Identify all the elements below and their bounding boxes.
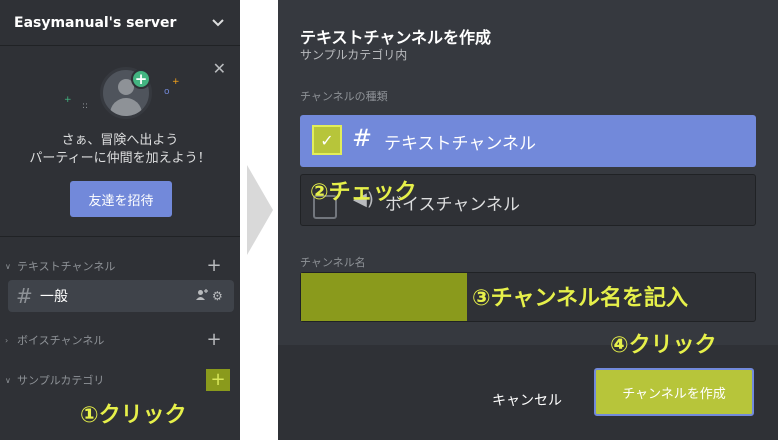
channel-name-label: チャンネル名	[300, 256, 366, 269]
next-step-arrow-icon	[247, 165, 273, 255]
close-icon[interactable]: ✕	[213, 59, 226, 78]
checkbox-checked-icon[interactable]: ✓	[312, 125, 342, 155]
channel-sidebar: Easymanual's server ✕ + + + o :: さぁ、冒険へ出…	[0, 0, 240, 440]
modal-footer: キャンセル チャンネルを作成	[278, 345, 778, 440]
add-channel-icon[interactable]: +	[205, 257, 223, 275]
category-sample[interactable]: ∨ サンプルカテゴリ	[0, 370, 240, 390]
sparkle-icon: o	[164, 87, 170, 97]
category-label: ボイスチャンネル	[17, 334, 105, 347]
create-channel-button[interactable]: チャンネルを作成	[594, 368, 754, 416]
step1-annotation: ①クリック	[80, 403, 187, 428]
invite-friends-button[interactable]: 友達を招待	[70, 181, 172, 217]
chevron-down-icon: ∨	[5, 261, 11, 271]
create-channel-modal: テキストチャンネルを作成 サンプルカテゴリ内 チャンネルの種類 ✓ # テキスト…	[278, 0, 778, 440]
modal-subtitle: サンプルカテゴリ内	[300, 48, 408, 62]
sparkle-icon: +	[172, 77, 180, 87]
add-channel-icon[interactable]: +	[205, 331, 223, 349]
modal-title: テキストチャンネルを作成	[300, 28, 492, 47]
chevron-down-icon: ∨	[5, 375, 11, 385]
server-name: Easymanual's server	[14, 14, 177, 31]
hash-icon: #	[16, 284, 33, 308]
sparkle-icon: ::	[82, 101, 89, 111]
invite-user-icon[interactable]	[196, 289, 212, 303]
sparkle-icon: +	[64, 95, 72, 105]
invite-message-line2: パーティーに仲間を加えよう！	[29, 151, 211, 166]
invite-card: ✕ + + + o :: さぁ、冒険へ出よう パーティーに仲間を加えよう！ 友達…	[0, 47, 240, 237]
add-channel-icon-highlighted[interactable]: +	[206, 369, 230, 391]
category-text-channels[interactable]: ∨ テキストチャンネル +	[0, 256, 240, 276]
category-label: テキストチャンネル	[17, 260, 116, 273]
channel-item-general[interactable]: # 一般 ⚙	[8, 280, 234, 312]
input-highlight	[301, 273, 467, 321]
server-header[interactable]: Easymanual's server	[0, 0, 240, 46]
channel-type-text-option[interactable]: ✓ # テキストチャンネル	[300, 115, 756, 167]
step4-annotation: ④クリック	[610, 333, 717, 358]
option-label: テキストチャンネル	[384, 134, 536, 154]
chevron-down-icon[interactable]	[210, 15, 226, 31]
add-friend-badge-icon: +	[131, 69, 151, 89]
channel-name: 一般	[40, 289, 68, 305]
gear-icon[interactable]: ⚙	[212, 289, 228, 303]
category-voice-channels[interactable]: › ボイスチャンネル +	[0, 330, 240, 350]
channel-type-label: チャンネルの種類	[300, 90, 388, 103]
chevron-right-icon: ›	[5, 335, 9, 345]
cancel-button[interactable]: キャンセル	[492, 390, 562, 410]
step3-annotation: ③チャンネル名を記入	[472, 286, 688, 311]
hash-icon: #	[352, 124, 373, 152]
invite-message-line1: さぁ、冒険へ出よう	[61, 133, 179, 148]
step2-annotation: ②チェック	[310, 180, 417, 205]
